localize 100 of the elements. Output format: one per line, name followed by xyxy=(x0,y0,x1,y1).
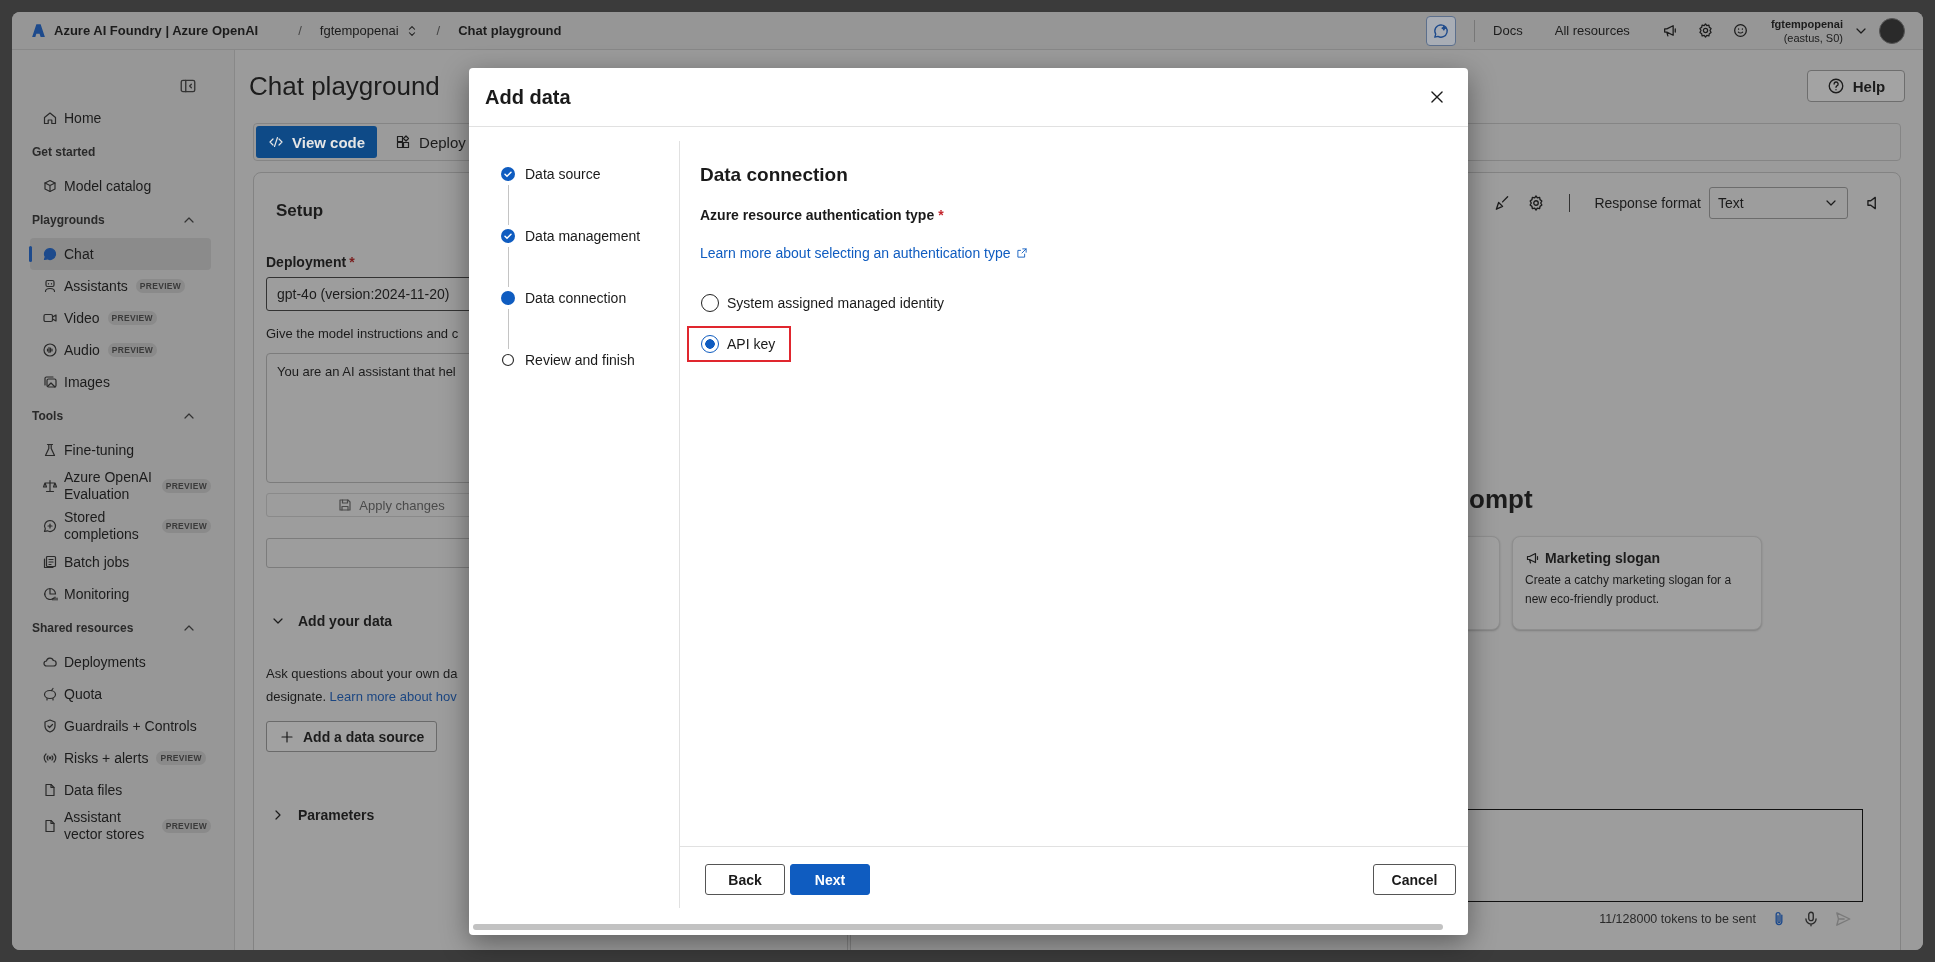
back-button[interactable]: Back xyxy=(705,864,785,895)
section-toggle[interactable]: Add your data xyxy=(266,608,393,634)
preview-badge: PREVIEW xyxy=(161,479,211,493)
step-label: Review and finish xyxy=(525,352,635,368)
response-format-dropdown[interactable]: Text xyxy=(1709,187,1848,219)
nav-item[interactable]: Fine-tuning xyxy=(30,434,211,466)
document-icon xyxy=(42,782,58,798)
cube-icon xyxy=(42,178,58,194)
field-label: Azure resource authentication type xyxy=(700,207,935,223)
section-header[interactable]: Playgrounds xyxy=(30,202,211,238)
collapse-panel-icon[interactable] xyxy=(179,77,197,95)
resource-switcher[interactable]: fgtempopenai xyxy=(319,23,419,38)
close-icon[interactable] xyxy=(1428,88,1446,106)
scale-icon xyxy=(42,478,58,494)
preview-badge: PREVIEW xyxy=(107,311,157,325)
nav-item[interactable]: Assistant vector stores PREVIEW xyxy=(30,806,211,846)
nav-item[interactable]: Monitoring xyxy=(30,578,211,610)
nav-item[interactable]: Risks + alerts PREVIEW xyxy=(30,742,211,774)
flask-icon xyxy=(42,442,58,458)
dialog-title: Add data xyxy=(485,85,571,109)
preview-badge: PREVIEW xyxy=(156,751,206,765)
piggy-bank-icon xyxy=(42,686,58,702)
nav-item[interactable]: Assistants PREVIEW xyxy=(30,270,211,302)
nav-item[interactable]: Stored completions PREVIEW xyxy=(30,506,211,546)
next-button[interactable]: Next xyxy=(790,864,870,895)
help-button[interactable]: Help xyxy=(1807,70,1905,102)
section-header: Get started xyxy=(31,144,97,161)
preview-badge: PREVIEW xyxy=(107,343,158,357)
product-name: Azure AI Foundry | Azure OpenAI xyxy=(54,23,259,38)
avatar[interactable] xyxy=(1879,17,1905,44)
audio-wave-icon xyxy=(42,342,58,358)
nav-item[interactable]: Data files xyxy=(30,774,211,806)
toolbar-button[interactable]: Deploy xyxy=(383,126,478,158)
megaphone-icon xyxy=(1525,550,1541,566)
account-detail: (eastus, S0) xyxy=(1783,30,1843,45)
nav-item[interactable]: Deployments xyxy=(30,646,211,678)
robot-icon xyxy=(42,278,58,294)
prompt-heading: ompt xyxy=(1469,483,1533,515)
description-text: Ask questions about your own da designate. Learn more about hov xyxy=(266,665,458,706)
required-mark: * xyxy=(349,254,355,270)
panel-title: Setup xyxy=(276,200,324,222)
card-title: Marketing slogan xyxy=(1545,550,1661,566)
token-count: 11/128000 tokens to be sent xyxy=(1599,912,1756,926)
response-format-label: Response format xyxy=(1594,195,1701,211)
images-icon xyxy=(42,374,58,390)
nav-item[interactable]: Audio PREVIEW xyxy=(30,334,211,366)
step-label: Data management xyxy=(525,228,641,244)
shield-icon xyxy=(42,718,58,734)
breadcrumb-separator: / xyxy=(298,23,302,38)
toolbar-button[interactable]: View code xyxy=(256,126,378,158)
nav-item[interactable]: Images xyxy=(30,366,211,398)
breadcrumb-current[interactable]: Chat playground xyxy=(458,23,562,38)
settings-icon[interactable] xyxy=(1696,22,1714,39)
breadcrumb-separator: / xyxy=(436,23,441,38)
pie-chart-icon xyxy=(42,586,58,602)
nav-item[interactable]: Batch jobs xyxy=(30,546,211,578)
cancel-button[interactable]: Cancel xyxy=(1373,864,1456,895)
required-mark: * xyxy=(938,207,944,223)
nav-item[interactable]: Guardrails + Controls xyxy=(30,710,211,742)
page-title: Chat playground xyxy=(249,70,440,102)
apps-icon xyxy=(395,134,412,150)
logo-icon xyxy=(30,22,47,39)
save-icon xyxy=(337,497,354,513)
step-label: Data source xyxy=(525,166,601,182)
prompt-card[interactable]: Marketing slogan Create a catchy marketing slogan for a new eco-friendly product. xyxy=(1512,536,1762,630)
nav-item[interactable]: Home xyxy=(30,102,211,134)
external-link-icon xyxy=(1015,247,1028,259)
copilot-button[interactable] xyxy=(1426,15,1457,46)
section-heading: Data connection xyxy=(700,163,849,187)
nav-item[interactable]: Chat xyxy=(30,238,211,270)
nav-item[interactable]: Quota xyxy=(30,678,211,710)
step-label: Data connection xyxy=(525,290,627,306)
help-icon xyxy=(1826,77,1845,95)
section-toggle[interactable]: Parameters xyxy=(266,802,375,828)
chat-bubble-icon xyxy=(42,518,58,534)
nav-item[interactable]: Model catalog xyxy=(30,170,211,202)
chat-sparkle-icon xyxy=(1432,21,1451,40)
header-link[interactable]: Docs xyxy=(1493,23,1523,38)
megaphone-icon[interactable] xyxy=(1661,22,1679,39)
nav-item[interactable]: Video PREVIEW xyxy=(30,302,211,334)
section-header[interactable]: Shared resources xyxy=(30,610,211,646)
learn-more-link[interactable]: Learn more about hov xyxy=(329,689,457,704)
radio-option[interactable]: API key xyxy=(687,326,792,362)
add-data-source-button[interactable]: Add a data source xyxy=(266,721,438,752)
radio-option[interactable]: System assigned managed identity xyxy=(687,285,961,321)
code-icon xyxy=(268,134,284,150)
smiley-icon[interactable] xyxy=(1731,22,1749,39)
header-link[interactable]: All resources xyxy=(1554,23,1630,38)
preview-badge: PREVIEW xyxy=(161,519,211,533)
cloud-icon xyxy=(42,654,58,670)
radio-button[interactable] xyxy=(701,335,719,353)
account-name: fgtempopenai xyxy=(1770,16,1843,31)
document-icon xyxy=(42,818,58,834)
section-header[interactable]: Tools xyxy=(30,398,211,434)
scrollbar[interactable] xyxy=(473,923,1443,930)
microphone-icon[interactable] xyxy=(1802,910,1820,928)
learn-more-link[interactable]: Learn more about selecting an authentication type xyxy=(700,245,1011,261)
preview-badge: PREVIEW xyxy=(161,819,211,833)
document-stack-icon xyxy=(42,554,58,570)
preview-badge: PREVIEW xyxy=(135,279,186,293)
